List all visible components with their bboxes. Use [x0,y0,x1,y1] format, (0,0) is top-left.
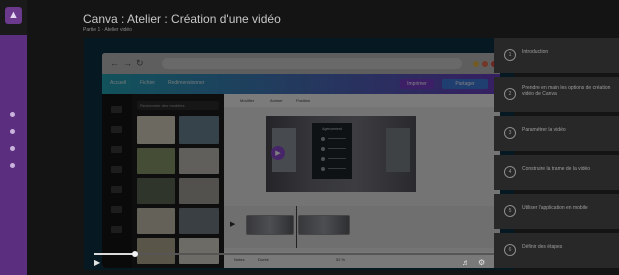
template-thumb [179,148,219,174]
template-thumb [179,208,219,234]
lesson-label: Construire la trame de la vidéo [522,166,591,172]
video-progress-fill [94,253,135,255]
canva-side-icon [111,126,122,133]
bullet-line [328,148,346,149]
video-frame-browser: ←→↻ Accueil Fichier Redimensionner Impri… [102,53,500,268]
lesson-item-1[interactable]: 1 Introduction [494,38,619,73]
canva-side-icon [111,166,122,173]
canva-print-button: Imprimer [400,79,434,89]
template-thumb [137,208,175,234]
canva-timeline: ▶ [224,206,500,248]
template-thumb [179,238,219,264]
bullet-dot [321,147,325,151]
rail-strip [0,35,27,275]
slide-card: Agencement [312,123,352,179]
canva-workspace: Modifier Animer Position ▶ Agencement ▶ … [224,94,500,268]
interior-window [386,128,410,172]
video-progress-bar[interactable] [94,251,504,257]
template-thumb [137,116,175,144]
canva-play-icon: ▶ [271,146,285,160]
editor-tool-2: Animer [270,98,283,103]
lesson-item-5[interactable]: 5 Utiliser l'application en mobile [494,194,619,229]
lesson-item-3[interactable]: 3 Paramétrer la vidéo [494,116,619,151]
timeline-clip-2 [298,215,350,235]
settings-icon[interactable]: ⚙ [478,259,485,267]
lesson-number: 3 [504,127,516,139]
lesson-item-4[interactable]: 4 Construire la trame de la vidéo [494,155,619,190]
canva-side-icon [111,226,122,233]
play-icon[interactable]: ▶ [94,259,100,267]
canva-templates-panel: Rechercher des modèles [132,94,224,268]
editor-tool-3: Position [296,98,311,103]
main-area: Canva : Atelier : Création d'une vidéo P… [27,0,619,275]
canva-tab-1: Accueil [110,80,127,86]
lesson-label: Introduction [522,49,549,55]
page-title: Canva : Atelier : Création d'une vidéo [83,12,281,26]
lesson-list: 1 Introduction 2 Prendre en main les opt… [494,38,619,275]
canva-topbar: Accueil Fichier Redimensionner Imprimer … [102,74,500,94]
bullet-dot [321,157,325,161]
status-duration: Durée [258,257,269,262]
bullet-dot [321,167,325,171]
canva-side-icon [111,186,122,193]
lesson-item-2[interactable]: 2 Prendre en main les options de créatio… [494,77,619,112]
lesson-number: 6 [504,244,516,256]
app-logo-icon[interactable]: ▲ [5,7,22,24]
canva-side-icon [111,106,122,113]
lesson-number: 1 [504,49,516,61]
timeline-clip-1 [246,215,294,235]
canva-editor-toolbar: Modifier Animer Position [224,94,500,107]
canva-side-icon [111,206,122,213]
lesson-item-6[interactable]: 6 Définir des étapes [494,233,619,268]
minimize-icon [473,61,479,67]
canva-design-preview: ▶ Agencement [266,116,416,192]
nav-dot-4[interactable] [10,163,15,168]
lesson-label: Utiliser l'application en mobile [522,205,588,211]
timeline-scrubber [296,206,297,248]
video-progress-knob[interactable] [132,251,138,257]
volume-icon[interactable]: ♬ [462,259,470,267]
breadcrumb[interactable]: Partie 1 · Atelier vidéo [83,27,132,33]
lesson-label: Prendre en main les options de création … [522,85,611,97]
lesson-number: 4 [504,166,516,178]
slide-title: Agencement [322,127,342,131]
template-thumb [137,238,175,264]
maximize-icon [482,61,488,67]
video-player[interactable]: ←→↻ Accueil Fichier Redimensionner Impri… [84,38,514,270]
bullet-dot [321,137,325,141]
canva-tab-2: Fichier [140,80,156,86]
template-thumb [137,178,175,204]
template-thumb [179,178,219,204]
canva-tab-3: Redimensionner [168,80,205,86]
template-thumb [179,116,219,144]
address-bar [162,58,462,69]
canva-search-input: Rechercher des modèles [137,101,219,110]
bullet-line [328,158,346,159]
status-zoom: 52 % [336,257,346,262]
status-notes: Notes [234,257,245,262]
nav-dot-3[interactable] [10,146,15,151]
bullet-line [328,168,346,169]
nav-dot-1[interactable] [10,112,15,117]
lesson-number: 5 [504,205,516,217]
timeline-play-icon: ▶ [230,221,236,228]
canva-side-nav [102,94,132,268]
canva-share-button: Partager [442,79,488,89]
nav-dot-2[interactable] [10,129,15,134]
canva-side-icon [111,146,122,153]
bullet-line [328,138,346,139]
lesson-number: 2 [504,88,516,100]
browser-bar: ←→↻ [102,53,500,74]
lesson-label: Paramétrer la vidéo [522,127,566,133]
template-thumb [137,148,175,174]
browser-nav-icons: ←→↻ [110,58,148,68]
editor-tool-1: Modifier [240,98,255,103]
lesson-label: Définir des étapes [522,244,563,250]
left-rail: ▲ [0,0,27,275]
